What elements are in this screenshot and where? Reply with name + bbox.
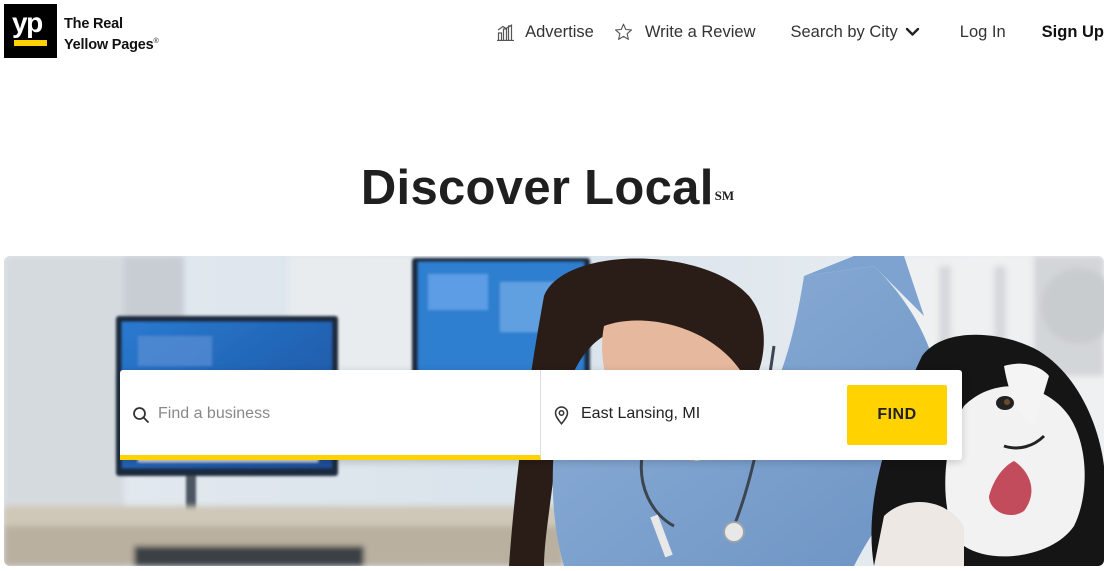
search-what-field — [120, 370, 541, 460]
star-outline-icon — [614, 23, 632, 40]
search-business-input[interactable] — [158, 400, 528, 428]
bar-chart-icon — [497, 23, 515, 41]
nav-write-review-label: Write a Review — [644, 22, 756, 41]
search-icon — [133, 407, 149, 423]
nav-search-by-city-label: Search by City — [790, 22, 898, 41]
yp-logo-mark: yp — [4, 4, 57, 58]
logo-line-2: Yellow Pages® — [64, 33, 159, 54]
nav-advertise-label: Advertise — [525, 22, 594, 41]
yp-logo[interactable]: yp The Real Yellow Pages® — [4, 4, 159, 58]
logo-mark-text: yp — [12, 7, 43, 38]
chevron-down-icon — [905, 27, 919, 36]
logo-trademark: ® — [153, 38, 159, 45]
logo-line-2-text: Yellow Pages — [64, 36, 154, 53]
nav-sign-up-link[interactable]: Sign Up — [1042, 23, 1104, 42]
site-header: yp The Real Yellow Pages® Advertise Writ… — [0, 0, 1110, 64]
nav-search-by-city-dropdown[interactable]: Search by City — [791, 23, 920, 42]
search-where-field — [542, 370, 832, 460]
page-title: Discover LocalSM — [0, 158, 1094, 218]
nav-log-in-link[interactable]: Log In — [960, 23, 1006, 42]
nav-advertise-link[interactable]: Advertise — [496, 23, 594, 42]
logo-wordmark: The Real Yellow Pages® — [64, 15, 159, 54]
map-pin-icon — [554, 406, 569, 425]
find-button[interactable]: FIND — [847, 385, 947, 445]
top-nav: Advertise Write a Review Search by City … — [496, 17, 1104, 47]
search-form: FIND — [120, 370, 962, 460]
nav-write-review-link[interactable]: Write a Review — [614, 23, 756, 42]
logo-line-1: The Real — [64, 16, 123, 32]
logo-yellow-bar — [14, 40, 47, 46]
service-mark: SM — [714, 188, 735, 203]
search-location-input[interactable] — [581, 400, 821, 428]
page-title-text: Discover Local — [360, 161, 714, 215]
